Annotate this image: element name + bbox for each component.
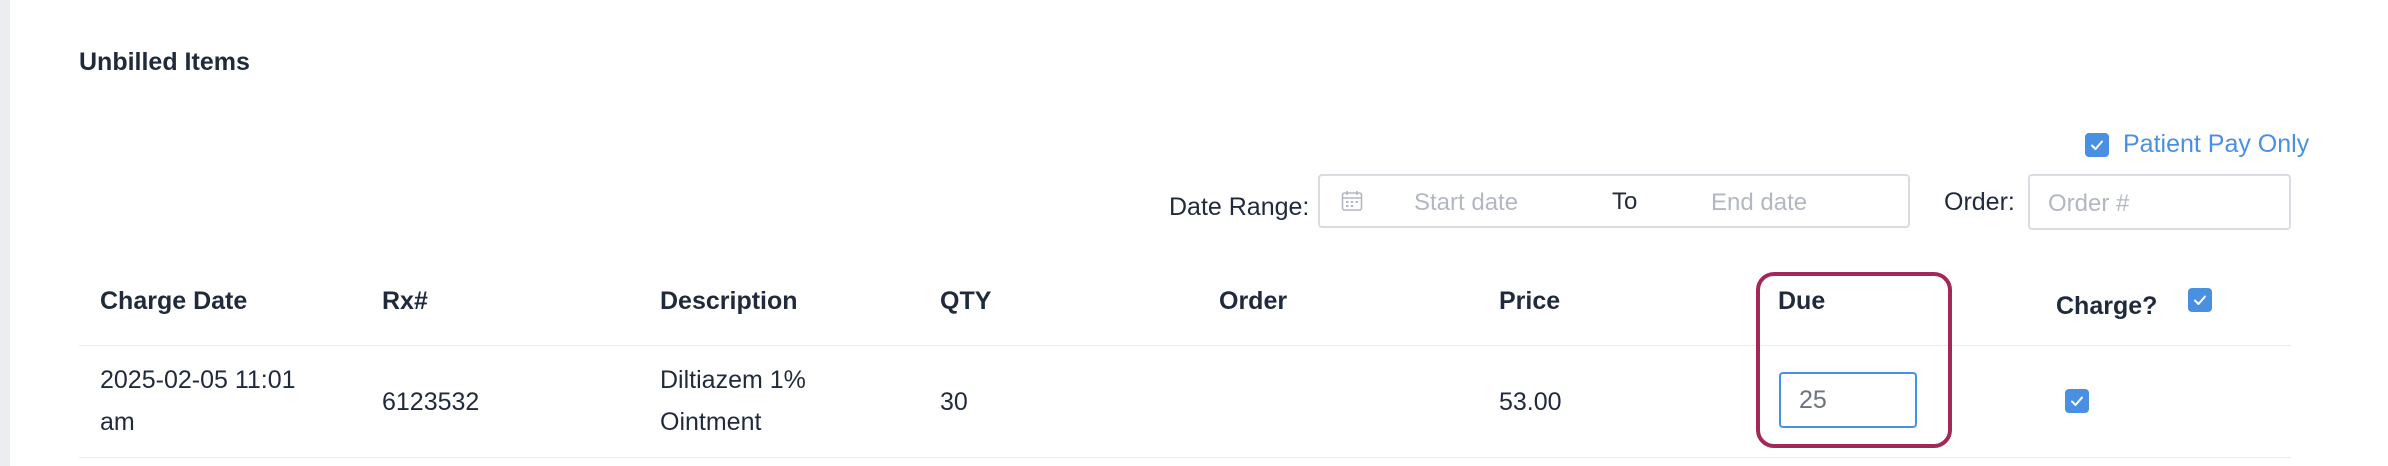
table-row-qty: 30 (940, 388, 968, 416)
description-line1: Diltiazem 1% (660, 366, 806, 394)
due-amount-input[interactable]: 25 (1779, 372, 1917, 428)
checkmark-icon (2091, 140, 2103, 150)
order-filter-placeholder: Order # (2048, 190, 2130, 217)
order-filter-input[interactable]: Order # (2028, 174, 2291, 230)
column-header-price: Price (1499, 287, 1561, 315)
order-filter-label: Order: (1944, 188, 2015, 216)
start-date-input[interactable]: Start date (1414, 189, 1518, 217)
checkmark-icon (2071, 396, 2083, 406)
column-header-charge-date: Charge Date (100, 287, 248, 315)
column-header-due: Due (1778, 287, 1826, 315)
column-header-rx: Rx# (382, 287, 428, 315)
table-row-description: Diltiazem 1% Ointment (660, 359, 806, 443)
header-divider (79, 345, 2291, 346)
patient-pay-only-label[interactable]: Patient Pay Only (2123, 130, 2309, 159)
date-range-picker[interactable]: Start date To End date (1318, 174, 1910, 228)
column-header-order: Order (1219, 287, 1288, 315)
row-divider (79, 457, 2291, 458)
date-range-separator: To (1612, 188, 1638, 215)
table-row-price: 53.00 (1499, 388, 1562, 416)
column-header-qty: QTY (940, 287, 992, 315)
table-row-charge-date: 2025-02-05 11:01 am (100, 359, 296, 443)
description-line2: Ointment (660, 408, 762, 436)
column-header-description: Description (660, 287, 798, 315)
select-all-charge-checkbox[interactable] (2188, 288, 2212, 312)
unbilled-items-panel: Unbilled Items Patient Pay Only Date Ran… (10, 0, 2388, 466)
column-header-charge: Charge? (2056, 292, 2158, 320)
patient-pay-only-toggle[interactable]: Patient Pay Only (2085, 130, 2309, 159)
calendar-icon (1341, 191, 1363, 211)
patient-pay-only-checkbox[interactable] (2085, 132, 2109, 157)
table-row-rx: 6123532 (382, 388, 480, 416)
end-date-input[interactable]: End date (1711, 189, 1807, 217)
charge-date-line1: 2025-02-05 11:01 (100, 366, 296, 394)
row-charge-checkbox[interactable] (2065, 389, 2089, 413)
section-title: Unbilled Items (79, 48, 250, 76)
date-range-label: Date Range: (1169, 193, 1310, 221)
charge-date-line2: am (100, 408, 135, 436)
checkmark-icon (2194, 295, 2206, 305)
